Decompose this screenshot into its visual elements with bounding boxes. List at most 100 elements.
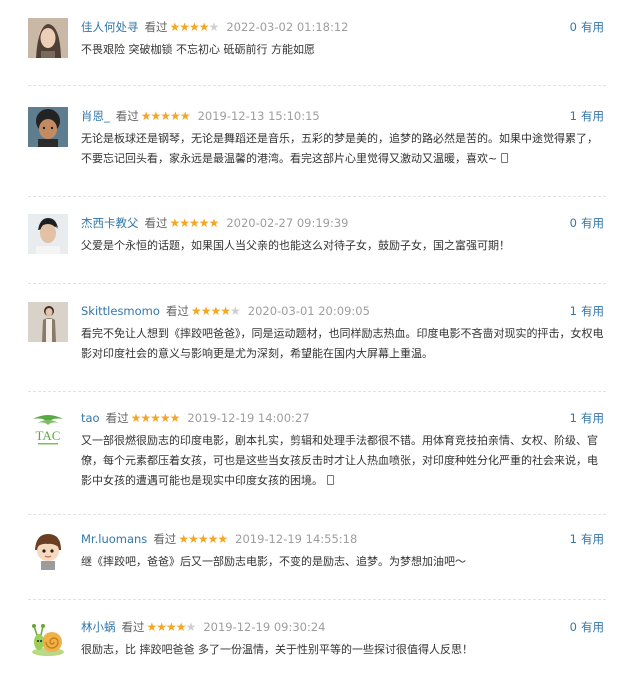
watch-status: 看过 <box>105 411 129 425</box>
review-text: 父爱是个永恒的话题，如果国人当父亲的也能这么对待子女，鼓励子女，国之富强可期！ <box>81 236 608 256</box>
review-text-body: 很励志，比 摔跤吧爸爸 多了一份温情，关于性别平等的一些探讨很值得人反思！ <box>81 643 473 656</box>
young-man-avatar[interactable] <box>28 214 68 254</box>
curly-hair-man-avatar[interactable] <box>28 107 68 147</box>
review-header: 杰西卡教父 看过 ★★★★★ 2020-02-27 09:19:39 <box>81 215 348 231</box>
rating-stars: ★★★★★ <box>178 532 228 546</box>
star-empty-icon: ★ <box>208 20 220 34</box>
rating-stars: ★★★★★ <box>190 304 241 318</box>
review-item: 肖恩_ 看过 ★★★★★ 2019-12-13 15:10:15 1 有用 无论是板球还… <box>28 107 606 197</box>
review-text: 很励志，比 摔跤吧爸爸 多了一份温情，关于性别平等的一些探讨很值得人反思！ <box>81 640 608 660</box>
star-filled-icon: ★ <box>208 216 220 230</box>
mobile-phone-icon <box>501 153 509 163</box>
star-filled-icon: ★ <box>159 411 171 425</box>
divider <box>28 391 606 392</box>
star-filled-icon: ★ <box>160 109 171 123</box>
rating-stars: ★★★★★ <box>169 216 220 230</box>
mobile-phone-icon <box>327 475 334 485</box>
username-link[interactable]: 佳人何处寻 <box>81 20 139 34</box>
star-filled-icon: ★ <box>178 532 189 546</box>
star-filled-icon: ★ <box>156 620 167 634</box>
review-header: Mr.luomans 看过 ★★★★★ 2019-12-19 14:55:18 <box>81 531 357 547</box>
useful-count: 1 <box>569 532 577 546</box>
star-filled-icon: ★ <box>200 304 212 318</box>
star-filled-icon: ★ <box>220 304 231 318</box>
review-item: 林小蜗 看过 ★★★★★ 2019-12-19 09:30:24 0 有用 很励志，比 … <box>28 618 606 678</box>
star-filled-icon: ★ <box>217 532 228 546</box>
useful-button[interactable]: 有用 <box>581 20 604 34</box>
star-filled-icon: ★ <box>150 109 162 123</box>
useful-button[interactable]: 有用 <box>581 109 604 123</box>
review-text-body: 不畏艰险 突破枷锁 不忘初心 砥砺前行 方能如愿 <box>81 43 315 56</box>
tao-logo-avatar[interactable]: TAC <box>28 409 68 449</box>
cartoon-boy-avatar[interactable] <box>28 530 68 570</box>
woman-portrait-avatar[interactable] <box>28 18 68 58</box>
review-header: Skittlesmomo 看过 ★★★★★ 2020-03-01 20:09:05 <box>81 303 370 319</box>
star-filled-icon: ★ <box>190 304 202 318</box>
useful-button[interactable]: 有用 <box>581 532 604 546</box>
star-filled-icon: ★ <box>197 532 209 546</box>
watch-status: 看过 <box>165 304 189 318</box>
review-header: 肖恩_ 看过 ★★★★★ 2019-12-13 15:10:15 <box>81 108 320 124</box>
cartoon-snail-avatar[interactable] <box>28 618 68 658</box>
review-text: 又一部很燃很励志的印度电影，剧本扎实，剪辑和处理手法都很不错。用体育竞技拍亲情、… <box>81 431 608 491</box>
star-filled-icon: ★ <box>179 216 190 230</box>
star-filled-icon: ★ <box>169 216 181 230</box>
rating-stars: ★★★★★ <box>130 411 181 425</box>
star-filled-icon: ★ <box>130 411 142 425</box>
review-text-body: 继《摔跤吧，爸爸》后又一部励志电影，不变的是励志、追梦。为梦想加油吧～ <box>81 555 466 568</box>
star-filled-icon: ★ <box>207 532 219 546</box>
divider <box>28 196 606 197</box>
star-filled-icon: ★ <box>179 109 191 123</box>
review-text: 看完不免让人想到《摔跤吧爸爸》，同是运动题材，也同样励志热血。印度电影不吝啬对现… <box>81 324 608 364</box>
useful-vote: 1 有用 <box>570 303 604 319</box>
useful-count: 1 <box>569 304 577 318</box>
divider <box>28 85 606 86</box>
review-text-body: 又一部很燃很励志的印度电影，剧本扎实，剪辑和处理手法都很不错。用体育竞技拍亲情、… <box>81 434 598 487</box>
divider <box>28 514 606 515</box>
review-text: 无论是板球还是钢琴，无论是舞蹈还是音乐，五彩的梦是美的，追梦的路必然是苦的。如果… <box>81 129 608 169</box>
useful-button[interactable]: 有用 <box>581 411 604 425</box>
username-link[interactable]: Skittlesmomo <box>81 304 160 318</box>
username-link[interactable]: Mr.luomans <box>81 532 147 546</box>
review-text-body: 父爱是个永恒的话题，如果国人当父亲的也能这么对待子女，鼓励子女，国之富强可期！ <box>81 239 510 252</box>
rating-stars: ★★★★★ <box>141 109 191 123</box>
star-filled-icon: ★ <box>210 304 221 318</box>
review-time: 2019-12-19 09:30:24 <box>203 620 326 634</box>
watch-status: 看过 <box>153 532 177 546</box>
username-link[interactable]: tao <box>81 411 100 425</box>
review-text: 不畏艰险 突破枷锁 不忘初心 砥砺前行 方能如愿 <box>81 40 608 60</box>
useful-count: 1 <box>569 109 577 123</box>
review-time: 2019-12-13 15:10:15 <box>197 109 320 123</box>
review-time: 2020-03-01 20:09:05 <box>247 304 370 318</box>
review-item: TAC tao 看过 ★★★★★ 2019-12-19 14:00:27 1 有用 又一… <box>28 409 606 515</box>
username-link[interactable]: 肖恩_ <box>81 109 110 123</box>
rating-stars: ★★★★★ <box>170 20 220 34</box>
star-filled-icon: ★ <box>166 620 177 634</box>
username-link[interactable]: 林小蜗 <box>81 620 116 634</box>
star-empty-icon: ★ <box>185 620 197 634</box>
review-item: 佳人何处寻 看过 ★★★★★ 2022-03-02 01:18:12 0 有用 不畏艰险… <box>28 18 606 86</box>
review-time: 2020-02-27 09:19:39 <box>226 216 349 230</box>
rating-stars: ★★★★★ <box>147 620 197 634</box>
useful-vote: 0 有用 <box>570 215 604 231</box>
useful-button[interactable]: 有用 <box>581 216 604 230</box>
useful-count: 0 <box>569 216 577 230</box>
star-filled-icon: ★ <box>179 20 190 34</box>
review-header: 林小蜗 看过 ★★★★★ 2019-12-19 09:30:24 <box>81 619 325 635</box>
useful-vote: 1 有用 <box>570 531 604 547</box>
username-link[interactable]: 杰西卡教父 <box>81 216 139 230</box>
star-filled-icon: ★ <box>189 216 200 230</box>
review-time: 2022-03-02 01:18:12 <box>226 20 349 34</box>
svg-text:TAC: TAC <box>36 428 61 443</box>
divider <box>28 599 606 600</box>
watch-status: 看过 <box>144 216 168 230</box>
review-time: 2019-12-19 14:00:27 <box>187 411 310 425</box>
review-header: 佳人何处寻 看过 ★★★★★ 2022-03-02 01:18:12 <box>81 19 348 35</box>
review-text: 继《摔跤吧，爸爸》后又一部励志电影，不变的是励志、追梦。为梦想加油吧～ <box>81 552 608 572</box>
star-filled-icon: ★ <box>198 216 210 230</box>
star-filled-icon: ★ <box>140 411 151 425</box>
useful-button[interactable]: 有用 <box>581 620 604 634</box>
useful-button[interactable]: 有用 <box>581 304 604 318</box>
woman-standing-avatar[interactable] <box>28 302 68 342</box>
useful-count: 0 <box>569 20 577 34</box>
